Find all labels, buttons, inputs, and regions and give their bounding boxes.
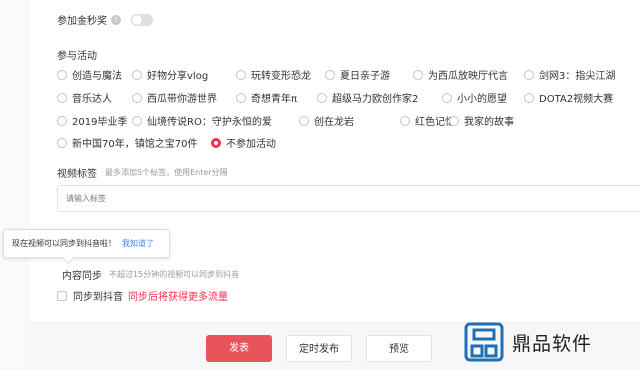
activity-option-label[interactable]: 创造与魔法: [72, 67, 122, 82]
activity-option-label[interactable]: 仙境传说RO：守护永恒的爱: [147, 113, 272, 128]
activity-option[interactable]: 小小的愿望: [442, 90, 507, 105]
activity-option-label[interactable]: 超级马力欧创作家2: [332, 90, 418, 105]
sync-promo-text: 同步后将获得更多流量: [128, 292, 228, 303]
activity-option-label[interactable]: 小小的愿望: [457, 90, 507, 105]
sync-douyin-checkbox[interactable]: [57, 290, 67, 301]
video-tags-hint: 最多添加5个标签，使用Enter分隔: [105, 168, 228, 177]
radio-icon[interactable]: [57, 92, 67, 103]
activity-option[interactable]: 好物分享vlog: [132, 67, 208, 82]
radio-icon[interactable]: [325, 69, 335, 80]
activity-option-label[interactable]: 为西瓜放映厅代言: [428, 67, 508, 82]
radio-icon[interactable]: [236, 92, 246, 103]
activity-option-label[interactable]: 我家的故事: [464, 113, 514, 128]
activity-option-label[interactable]: 创在龙岩: [314, 113, 354, 128]
tags-input[interactable]: [57, 185, 640, 212]
radio-icon[interactable]: [317, 92, 327, 103]
tooltip-text: 现在视频可以同步到抖音啦！: [12, 239, 116, 248]
activity-option-label[interactable]: 好物分享vlog: [147, 67, 208, 82]
sync-tooltip: 现在视频可以同步到抖音啦！ 我知道了: [3, 229, 170, 258]
activity-option-label[interactable]: 玩转变形恐龙: [251, 67, 311, 82]
content-sync-label: 内容同步: [62, 271, 102, 282]
activity-option[interactable]: 2019毕业季: [57, 113, 127, 128]
activity-option-label[interactable]: DOTA2视频大赛: [539, 90, 613, 105]
radio-icon[interactable]: [132, 69, 142, 80]
video-tags-label: 视频标签: [57, 169, 97, 180]
activity-option[interactable]: 剑网3：指尖江湖: [524, 67, 615, 82]
activity-option-label[interactable]: 西瓜带你游世界: [147, 90, 217, 105]
activity-option[interactable]: 创造与魔法: [57, 67, 122, 82]
radio-icon[interactable]: [442, 92, 452, 103]
radio-icon[interactable]: [57, 137, 67, 148]
preview-button[interactable]: 预览: [366, 335, 432, 362]
radio-icon[interactable]: [413, 69, 423, 80]
watermark-logo: 鼎品软件: [462, 320, 592, 364]
schedule-button[interactable]: 定时发布: [286, 335, 352, 362]
tooltip-dismiss-link[interactable]: 我知道了: [122, 238, 154, 249]
activity-option[interactable]: 玩转变形恐龙: [236, 67, 311, 82]
radio-icon[interactable]: [132, 92, 142, 103]
radio-icon[interactable]: [524, 92, 534, 103]
activity-option[interactable]: 西瓜带你游世界: [132, 90, 217, 105]
radio-icon[interactable]: [449, 115, 459, 126]
content-sync-header: 内容同步 不超过15分钟的视频可以同步到抖音: [62, 267, 239, 282]
activity-option[interactable]: 不参加活动: [211, 135, 276, 150]
activity-option[interactable]: 超级马力欧创作家2: [317, 90, 418, 105]
sync-douyin-label[interactable]: 同步到抖音: [73, 288, 123, 303]
gold-award-toggle[interactable]: [131, 13, 153, 26]
radio-icon[interactable]: [236, 69, 246, 80]
activity-option-label[interactable]: 新中国70年，镇馆之宝70件: [72, 135, 197, 150]
radio-icon[interactable]: [299, 115, 309, 126]
video-tags-header: 视频标签 最多添加5个标签，使用Enter分隔: [57, 165, 228, 180]
activity-option-label[interactable]: 剑网3：指尖江湖: [539, 67, 615, 82]
activity-option[interactable]: 夏日亲子游: [325, 67, 390, 82]
activity-option[interactable]: 新中国70年，镇馆之宝70件: [57, 135, 197, 150]
activity-option[interactable]: 仙境传说RO：守护永恒的爱: [132, 113, 272, 128]
content-sync-hint: 不超过15分钟的视频可以同步到抖音: [109, 270, 240, 279]
activity-option-label[interactable]: 不参加活动: [226, 135, 276, 150]
activity-option-label[interactable]: 夏日亲子游: [340, 67, 390, 82]
activity-option[interactable]: 创在龙岩: [299, 113, 354, 128]
activity-option-label[interactable]: 音乐达人: [72, 90, 112, 105]
publish-button[interactable]: 发表: [206, 335, 272, 362]
radio-icon[interactable]: [211, 137, 221, 148]
gold-award-label: 参加金秒奖: [57, 16, 107, 27]
activity-option[interactable]: 音乐达人: [57, 90, 112, 105]
radio-icon[interactable]: [57, 69, 67, 80]
watermark-text: 鼎品软件: [512, 332, 593, 355]
activity-option-label[interactable]: 奇想青年π: [251, 90, 297, 105]
sync-douyin-row[interactable]: 同步到抖音 同步后将获得更多流量: [57, 288, 228, 303]
radio-icon[interactable]: [400, 115, 410, 126]
radio-icon[interactable]: [132, 115, 142, 126]
brand-logo-icon: [464, 322, 504, 362]
activity-option[interactable]: 奇想青年π: [236, 90, 297, 105]
help-icon[interactable]: ?: [111, 14, 121, 25]
activities-label: 参与活动: [57, 51, 97, 62]
activity-option[interactable]: DOTA2视频大赛: [524, 90, 613, 105]
activity-option-label[interactable]: 2019毕业季: [72, 113, 127, 128]
radio-icon[interactable]: [524, 69, 534, 80]
activity-option[interactable]: 红色记忆: [400, 113, 455, 128]
activity-option[interactable]: 为西瓜放映厅代言: [413, 67, 508, 82]
gold-award-row: 参加金秒奖 ?: [57, 12, 153, 27]
activity-option[interactable]: 我家的故事: [449, 113, 514, 128]
radio-icon[interactable]: [57, 115, 67, 126]
